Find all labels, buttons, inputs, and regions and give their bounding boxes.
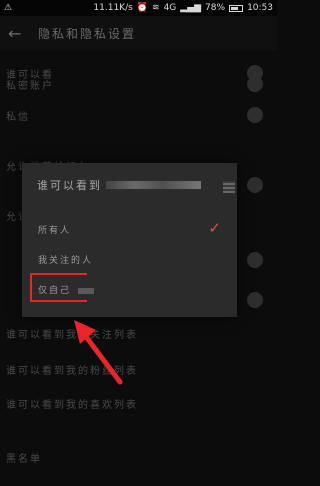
settings-row-label: 黑名单 (6, 453, 42, 465)
redacted-mark (223, 181, 235, 193)
settings-row[interactable]: 谁可以看到我的关注列表 (0, 318, 277, 348)
warning-icon: ⚠ (4, 2, 13, 13)
signal-bars-icon: ▂▄▆ (180, 2, 202, 13)
dialog-title-text: 谁可以看到 (37, 179, 102, 192)
redacted-text (106, 181, 201, 189)
signal-label: 4G (163, 3, 177, 13)
wifi-icon: ≋ (152, 2, 160, 13)
battery-icon (229, 4, 244, 12)
option-everyone[interactable]: 所有人 (38, 223, 71, 236)
app-bar: ← 隐私和隐私设置 (0, 16, 277, 50)
settings-row[interactable]: 私信 (0, 100, 277, 130)
option-label: 所有人 (38, 226, 72, 236)
section-header (0, 422, 277, 442)
settings-row[interactable]: 谁可以看到我的粉丝列表 (0, 354, 277, 384)
clock: 10:53 (247, 3, 273, 13)
back-arrow-icon[interactable]: ← (8, 24, 28, 43)
section-header (0, 130, 277, 150)
annotation-arrow-icon (74, 320, 123, 385)
settings-row[interactable]: 谁可以看到我的喜欢列表 (0, 388, 277, 418)
settings-row[interactable]: 黑名单 (0, 442, 277, 472)
battery-percent: 78% (205, 3, 226, 13)
settings-row[interactable]: 私密账户 (0, 70, 277, 98)
toggle-switch[interactable] (247, 76, 263, 92)
checkmark-icon: ✓ (208, 219, 221, 237)
settings-row-label: 谁可以看到我的喜欢列表 (6, 399, 138, 411)
settings-row-label: 私密账户 (6, 80, 54, 92)
network-speed: 11.11K/s (93, 3, 133, 13)
toggle-switch[interactable] (247, 292, 263, 308)
toggle-switch[interactable] (247, 252, 263, 268)
annotation-highlight-box (30, 273, 87, 302)
alarm-icon: ⏰ (136, 2, 149, 13)
toggle-switch[interactable] (247, 107, 263, 123)
option-label: 我关注的人 (38, 256, 94, 266)
toggle-switch[interactable] (247, 177, 263, 193)
page-title: 隐私和隐私设置 (38, 26, 137, 41)
option-following[interactable]: 我关注的人 (38, 253, 93, 266)
settings-row-label: 私信 (6, 111, 30, 123)
status-bar: ⚠ 11.11K/s ⏰ ≋ 4G ▂▄▆ 78% 10:53 (0, 0, 277, 16)
dialog-title: 谁可以看到 (37, 177, 201, 193)
